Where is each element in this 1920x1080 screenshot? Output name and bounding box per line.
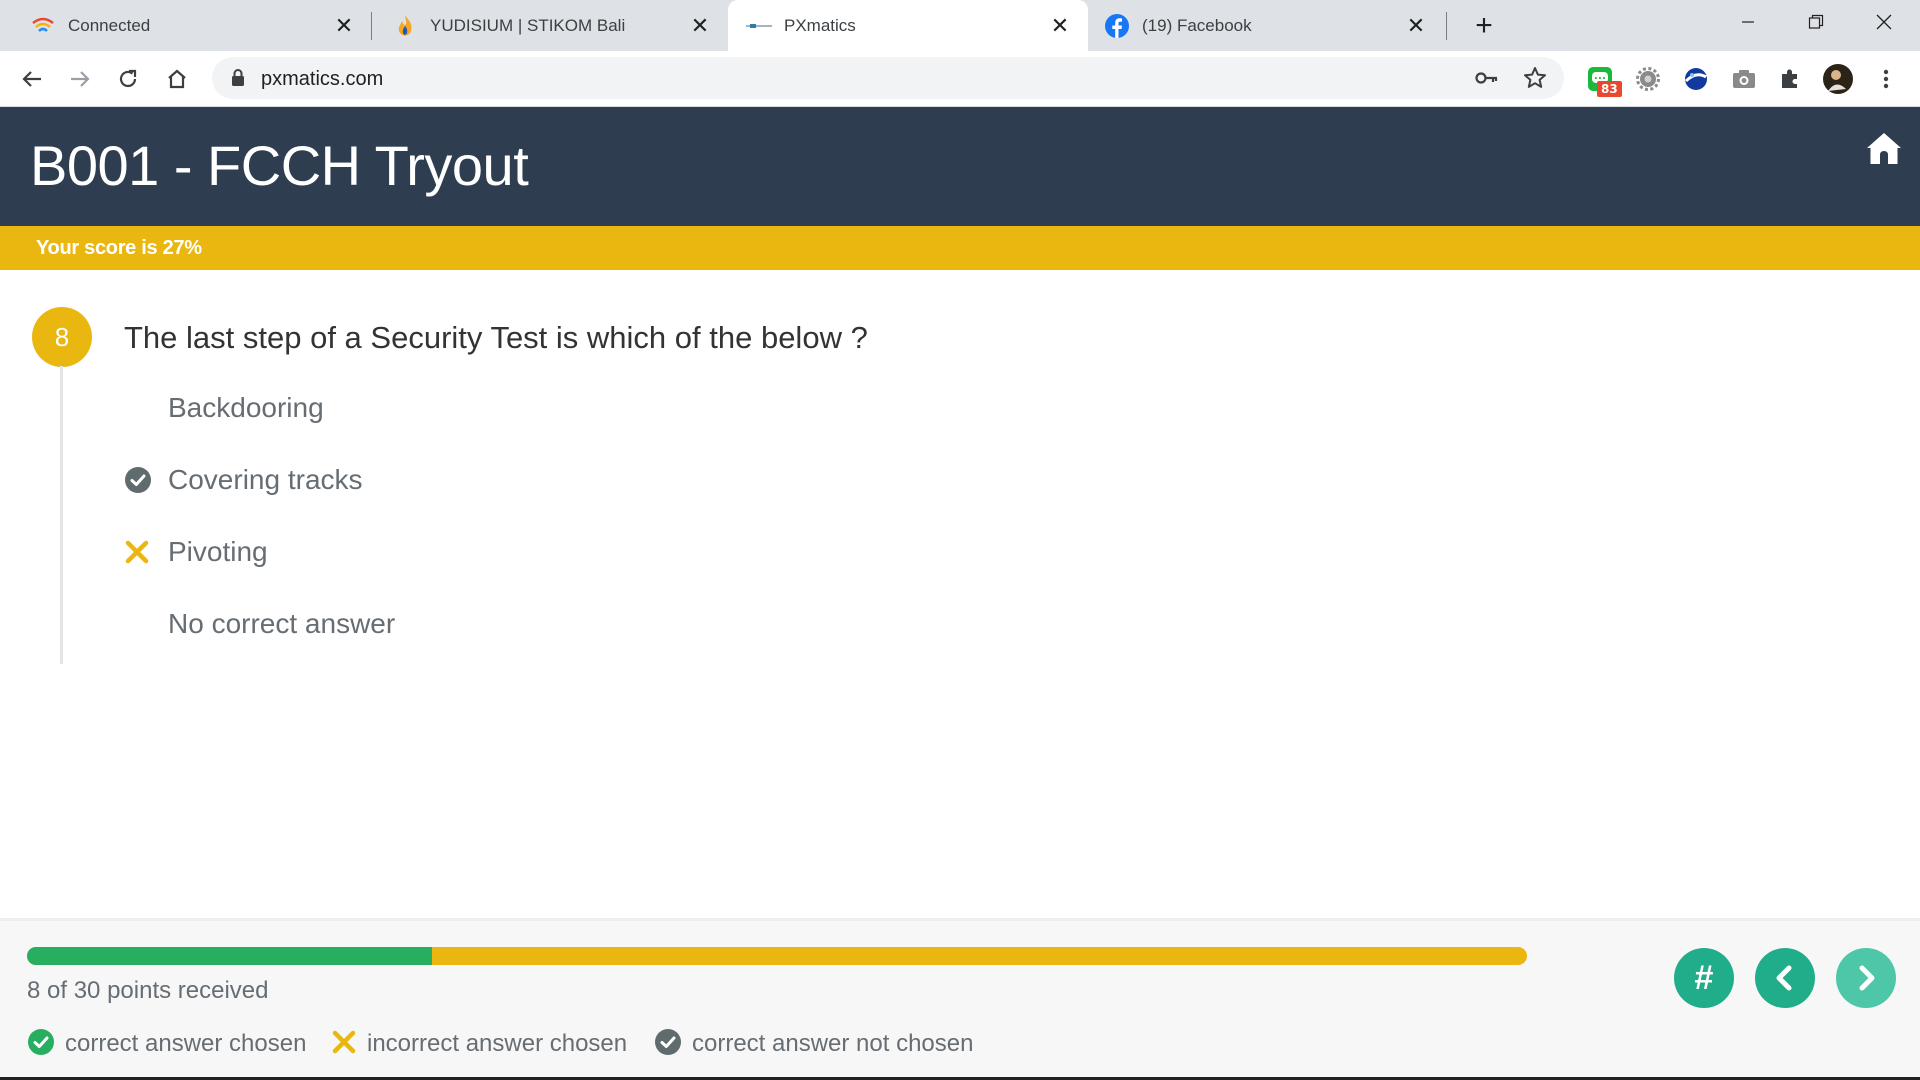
legend-incorrect-chosen: incorrect answer chosen	[331, 1027, 627, 1061]
answer-label: Covering tracks	[168, 464, 363, 495]
answer-option: Covering tracks	[124, 460, 363, 500]
new-tab-button[interactable]: +	[1466, 8, 1502, 44]
tab-title: (19) Facebook	[1142, 15, 1252, 35]
camera-extension-icon[interactable]	[1728, 63, 1760, 95]
question-number: 8	[54, 321, 70, 352]
extensions-puzzle-icon[interactable]	[1774, 63, 1806, 95]
home-button[interactable]	[157, 59, 197, 99]
password-key-icon[interactable]	[1474, 65, 1500, 96]
restore-button[interactable]	[1782, 0, 1850, 44]
facebook-icon	[1104, 13, 1130, 39]
question-overview-button[interactable]: #	[1674, 948, 1734, 1008]
profile-avatar[interactable]	[1822, 63, 1854, 95]
previous-question-button[interactable]	[1755, 948, 1815, 1008]
lock-icon	[230, 68, 246, 93]
close-tab-icon[interactable]: ✕	[1046, 12, 1074, 40]
chevron-left-icon	[1776, 965, 1792, 991]
home-outline-icon	[168, 69, 186, 89]
chevron-right-icon	[1859, 965, 1875, 991]
tab-pxmatics[interactable]: PXmatics ✕	[728, 0, 1088, 51]
close-tab-icon[interactable]: ✕	[686, 12, 714, 40]
legend-label: correct answer not chosen	[692, 1030, 974, 1057]
browser-tab-strip: Connected ✕ YUDISIUM | STIKOM Bali ✕ PXm…	[0, 0, 1920, 51]
results-footer: 8 of 30 points received correct answer c…	[0, 918, 1920, 1080]
address-bar[interactable]: pxmatics.com	[212, 57, 1564, 99]
answer-mark-empty	[124, 604, 168, 644]
answer-label: No correct answer	[168, 608, 396, 639]
points-progress-bar	[27, 947, 1527, 965]
legend-label: incorrect answer chosen	[367, 1030, 628, 1057]
reload-button[interactable]	[108, 59, 148, 99]
browser-toolbar: pxmatics.com •••	[0, 51, 1920, 107]
answer-label: Backdooring	[168, 392, 324, 423]
reload-icon	[119, 69, 137, 88]
bookmark-star-icon[interactable]	[1522, 65, 1548, 96]
forward-button[interactable]	[60, 59, 100, 99]
tab-title: YUDISIUM | STIKOM Bali	[430, 15, 626, 35]
next-question-button[interactable]	[1836, 948, 1896, 1008]
check-circle-green-icon	[27, 1028, 55, 1061]
points-progress-fill	[27, 947, 432, 965]
legend-correct-not-chosen: correct answer not chosen	[654, 1027, 973, 1061]
close-tab-icon[interactable]: ✕	[330, 12, 358, 40]
settings-gear-extension-icon[interactable]	[1632, 63, 1664, 95]
close-tab-icon[interactable]: ✕	[1402, 12, 1430, 40]
extension-badge: 83	[1597, 81, 1622, 97]
answer-option: Pivoting	[124, 532, 268, 572]
tab-facebook[interactable]: (19) Facebook ✕	[1088, 0, 1444, 51]
cross-icon	[124, 532, 168, 572]
flame-logo-icon	[392, 13, 418, 39]
tab-title: Connected	[68, 15, 151, 35]
url-text: pxmatics.com	[261, 68, 384, 90]
points-text: 8 of 30 points received	[27, 977, 269, 1004]
minimize-button[interactable]	[1714, 0, 1782, 44]
page-title: B001 - FCCH Tryout	[30, 134, 529, 197]
home-icon[interactable]	[1864, 129, 1904, 174]
legend-correct-chosen: correct answer chosen	[27, 1027, 306, 1061]
question-number-badge: 8	[32, 307, 92, 367]
question-text: The last step of a Security Test is whic…	[124, 320, 868, 355]
wifi-icon	[30, 13, 56, 39]
check-circle-muted-icon	[124, 460, 168, 500]
arrow-right-icon	[71, 71, 90, 87]
tab-title: PXmatics	[784, 15, 856, 35]
answer-option: No correct answer	[124, 604, 395, 644]
hash-label: #	[1694, 958, 1714, 997]
pxmatics-logo-icon	[746, 13, 772, 39]
back-button[interactable]	[12, 59, 52, 99]
globe-extension-icon[interactable]	[1680, 63, 1712, 95]
tab-separator	[1446, 12, 1447, 40]
score-text: Your score is 27%	[36, 237, 202, 259]
question-timeline-line	[60, 366, 63, 664]
window-close-button[interactable]	[1850, 0, 1918, 44]
minimize-icon	[1742, 21, 1754, 23]
tab-connected[interactable]: Connected ✕	[0, 0, 372, 51]
cross-icon	[331, 1029, 357, 1060]
restore-icon	[1808, 14, 1824, 29]
answer-label: Pivoting	[168, 536, 268, 567]
answer-option: Backdooring	[124, 388, 324, 428]
page-header: B001 - FCCH Tryout	[0, 107, 1920, 226]
answer-mark-empty	[124, 388, 168, 428]
legend-label: correct answer chosen	[65, 1030, 307, 1057]
arrow-left-icon	[22, 71, 41, 87]
browser-menu-icon[interactable]	[1870, 63, 1902, 95]
score-bar: Your score is 27%	[0, 226, 1920, 270]
tab-yudisium[interactable]: YUDISIUM | STIKOM Bali ✕	[372, 0, 728, 51]
close-icon	[1876, 14, 1892, 30]
check-circle-muted-icon	[654, 1028, 682, 1061]
